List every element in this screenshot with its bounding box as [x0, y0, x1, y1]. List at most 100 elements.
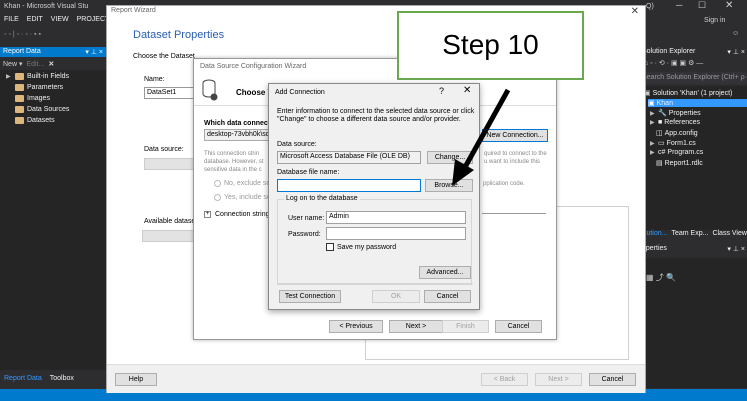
advanced-button[interactable]: Advanced...: [419, 266, 471, 279]
menu-edit[interactable]: EDIT: [27, 16, 43, 28]
minimize-icon[interactable]: ─: [676, 0, 682, 10]
solution-explorer-title: Solution Explorer: [642, 48, 696, 55]
folder-icon: [15, 117, 24, 124]
se-solution-node[interactable]: ▣ Solution 'Khan' (1 project): [644, 89, 732, 98]
se-item-form1[interactable]: ▶ ▭ Form1.cs: [650, 139, 696, 148]
se-item-references[interactable]: ▶ ■ References: [650, 119, 700, 126]
expand-icon[interactable]: ▶: [6, 73, 12, 80]
tree-item-data-sources[interactable]: Data Sources: [6, 106, 69, 113]
dataset-properties-heading: Dataset Properties: [133, 29, 225, 41]
help-button[interactable]: Help: [115, 373, 157, 386]
se-pin-controls[interactable]: ▾ ⊥ ×: [727, 48, 745, 56]
expand-icon[interactable]: +: [204, 211, 211, 218]
solution-explorer-tabs: olution... Team Exp... Class View: [640, 230, 747, 241]
data-source-label: Data source:: [277, 141, 317, 148]
finish-button[interactable]: Finish: [442, 320, 489, 333]
wrench-icon: 🔧: [658, 110, 667, 117]
test-connection-button[interactable]: Test Connection: [279, 290, 341, 303]
choose-dataset-label: Choose the Dataset: [133, 53, 195, 60]
left-panel-tabs: Report Data Toolbox: [0, 374, 106, 386]
report-data-tree: ▶ Built-in Fields Parameters Images Data …: [0, 70, 106, 370]
report-data-title: Report Data: [3, 48, 41, 55]
database-icon: [202, 79, 218, 101]
close-icon[interactable]: ✕: [725, 0, 733, 11]
se-item-app-config[interactable]: ◫ App.config: [656, 129, 698, 138]
data-source-combo[interactable]: [144, 158, 199, 170]
solution-explorer-toolbar[interactable]: ⌂ ◦ · ⟲ · ▣ ▣ ⚙ —: [640, 59, 747, 70]
edit-button[interactable]: Edit...: [26, 61, 44, 68]
vs-toolbar[interactable]: ◦ ◦ | ◦ · ◦ · ▪ ▪: [0, 28, 110, 44]
cancel-button[interactable]: Cancel: [589, 373, 636, 386]
quick-launch-corner: Q): [646, 3, 654, 10]
database-file-label: Database file name:: [277, 169, 340, 176]
panel-pin-controls[interactable]: ▾ ⊥ ×: [85, 48, 103, 56]
maximize-icon[interactable]: ☐: [698, 0, 706, 11]
account-icon[interactable]: ☺: [732, 30, 739, 37]
username-input[interactable]: Admin: [326, 211, 466, 224]
properties-panel: ▦ ⤴ 🔍: [640, 258, 747, 388]
dscw-title: Data Source Configuration Wizard: [200, 63, 307, 70]
tree-item-built-in-fields[interactable]: ▶ Built-in Fields: [6, 73, 69, 80]
radio-exclude[interactable]: No, exclude sen: [214, 180, 274, 187]
properties-toolbar[interactable]: ▦ ⤴ 🔍: [646, 272, 676, 283]
tree-item-images[interactable]: Images: [6, 95, 50, 102]
password-input[interactable]: [326, 227, 466, 240]
add-connection-cancel-button[interactable]: Cancel: [424, 290, 471, 303]
se-search-input[interactable]: Search Solution Explorer (Ctrl+ ρ·: [640, 72, 747, 84]
se-item-properties[interactable]: ▶ 🔧 Properties: [650, 109, 701, 118]
database-file-input[interactable]: [277, 179, 421, 192]
radio-include[interactable]: Yes, include sen: [214, 194, 275, 201]
callout-arrow-icon: [452, 88, 511, 186]
dscw-cancel-button[interactable]: Cancel: [495, 320, 542, 333]
solution-tree: ▣ Solution 'Khan' (1 project) ▣ Khan ▶ 🔧 Pro…: [640, 86, 747, 230]
next-button[interactable]: Next >: [535, 373, 582, 386]
form-icon: ▭: [658, 140, 665, 147]
tab-class-view[interactable]: Class View: [712, 230, 747, 241]
se-item-report1[interactable]: ▤ Report1.rdlc: [656, 159, 703, 168]
password-label: Password:: [288, 231, 321, 238]
vs-right-titlebar: Q) ─ ☐ ✕ Sign in ☺: [640, 0, 747, 45]
vs-menu-bar: FILE EDIT VIEW PROJECT: [0, 16, 110, 28]
tab-toolbox[interactable]: Toolbox: [46, 374, 78, 386]
dscw-next-button[interactable]: Next >: [389, 320, 443, 333]
menu-project[interactable]: PROJECT: [77, 16, 110, 28]
config-file-icon: ◫: [656, 130, 663, 137]
references-icon: ■: [658, 119, 663, 126]
report-file-icon: ▤: [656, 160, 663, 167]
radio-button-icon[interactable]: [214, 194, 221, 201]
se-item-program[interactable]: ▶ c# Program.cs: [650, 149, 703, 156]
close-icon[interactable]: ✕: [631, 6, 639, 17]
dscw-description-left: This connection strin database. However,…: [204, 151, 264, 173]
step-callout: Step 10: [397, 11, 584, 80]
tree-item-parameters[interactable]: Parameters: [6, 84, 63, 91]
se-project-node[interactable]: ▣ Khan: [648, 99, 747, 107]
sign-in-link[interactable]: Sign in: [704, 17, 725, 24]
menu-view[interactable]: VIEW: [51, 16, 69, 28]
available-datasets-combo[interactable]: [142, 230, 199, 242]
previous-button[interactable]: < Previous: [329, 320, 383, 333]
folder-icon: [15, 84, 24, 91]
which-connection-label: Which data connectio: [204, 120, 277, 127]
connection-string-expander[interactable]: + Connection string: [204, 211, 269, 218]
vs-window-title: Khan - Microsoft Visual Stu: [0, 0, 110, 16]
checkbox-icon[interactable]: [326, 243, 334, 251]
tab-team-explorer[interactable]: Team Exp...: [671, 230, 708, 241]
menu-file[interactable]: FILE: [4, 16, 19, 28]
new-dropdown[interactable]: New ▾: [3, 60, 22, 68]
ok-button[interactable]: OK: [372, 290, 420, 303]
username-label: User name:: [288, 215, 325, 222]
report-wizard-footer: Help < Back Next > Cancel: [107, 364, 645, 393]
tab-report-data[interactable]: Report Data: [0, 374, 46, 386]
tree-item-datasets[interactable]: Datasets: [6, 117, 55, 124]
report-data-panel-header: Report Data ▾ ⊥ ×: [0, 47, 106, 57]
radio-button-icon[interactable]: [214, 180, 221, 187]
delete-icon[interactable]: ✕: [48, 60, 54, 68]
save-password-checkbox[interactable]: Save my password: [326, 243, 396, 251]
data-source-field: Microsoft Access Database File (OLE DB): [277, 151, 421, 164]
name-label: Name:: [144, 76, 165, 83]
data-source-label: Data source:: [144, 146, 184, 153]
connection-combo[interactable]: desktop-73vbh0k\sqle: [204, 129, 274, 141]
properties-pin-controls[interactable]: ▾ ⊥ ×: [727, 245, 745, 253]
back-button[interactable]: < Back: [481, 373, 528, 386]
logon-group-label: Log on to the database: [284, 195, 360, 202]
